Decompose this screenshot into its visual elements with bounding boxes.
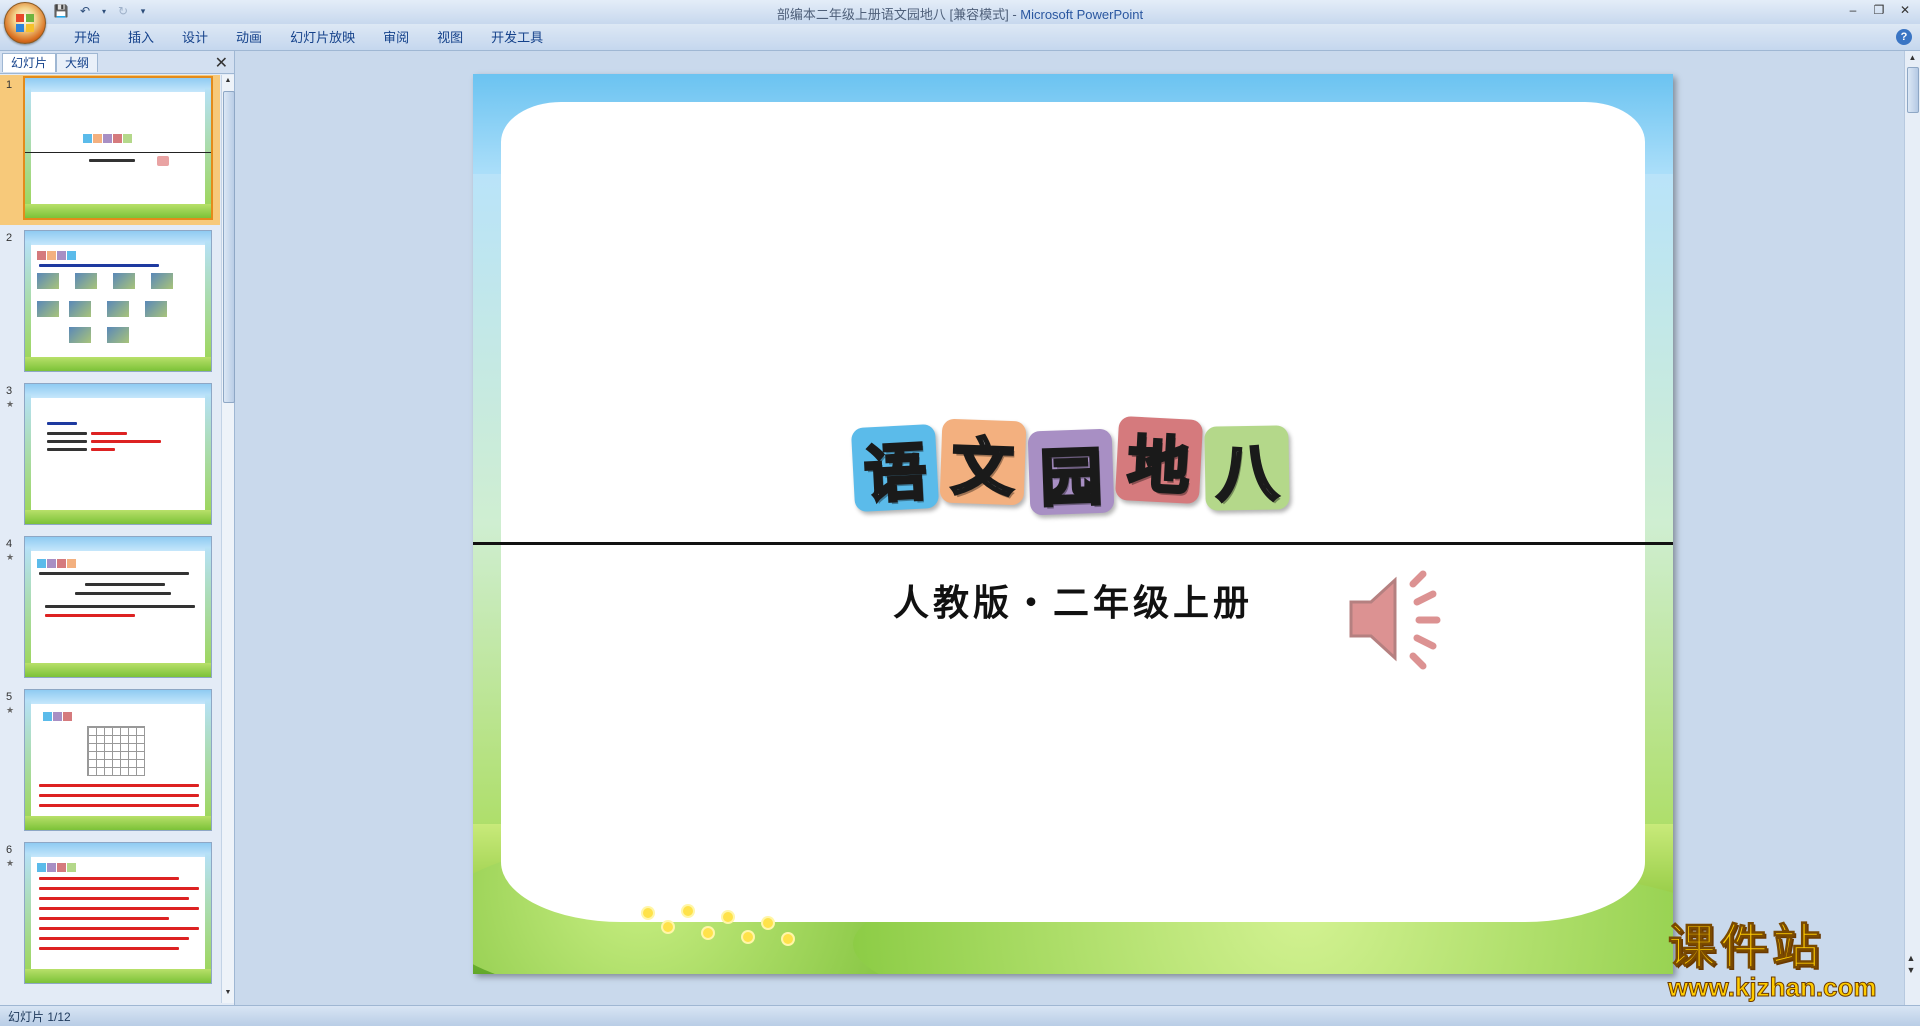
slide-thumbnail-2[interactable]: 2 xyxy=(0,228,220,378)
slide-thumbnail-list: 1 2 3 ★ 4 ★ 5 ★ 6 ★ xyxy=(0,75,220,1003)
slide-canvas[interactable]: 语 文 园 地 八 人教版・二年级上册 xyxy=(473,74,1673,974)
scroll-thumb[interactable] xyxy=(1907,67,1919,113)
scroll-up-icon[interactable]: ▲ xyxy=(223,77,233,89)
window-title: 部编本二年级上册语文园地八 [兼容模式] - Microsoft PowerPo… xyxy=(0,4,1920,23)
ribbon-tab[interactable]: 开发工具 xyxy=(477,29,557,47)
slide-thumbnail-3[interactable]: 3 ★ xyxy=(0,381,220,531)
slide-thumbnail-1[interactable]: 1 xyxy=(0,75,220,225)
scroll-thumb[interactable] xyxy=(223,91,235,403)
animation-icon: ★ xyxy=(6,399,15,409)
tab-outline[interactable]: 大纲 xyxy=(56,53,99,72)
restore-icon[interactable]: ❐ xyxy=(1868,2,1890,18)
slide-thumbnail-6[interactable]: 6 ★ xyxy=(0,840,220,990)
watermark-logo: 课件站 www.kjzhan.com xyxy=(1668,921,1908,1002)
animation-icon: ★ xyxy=(6,858,15,868)
close-pane-icon[interactable]: ✕ xyxy=(215,53,228,73)
document-title: 部编本二年级上册语文园地八 [兼容模式] xyxy=(776,7,1009,22)
slide-preview xyxy=(24,383,212,525)
mini-speaker-icon xyxy=(157,156,169,166)
ribbon-tab[interactable]: 插入 xyxy=(114,29,168,47)
pane-scrollbar[interactable]: ▲ ▼ xyxy=(221,75,235,1003)
tab-slides[interactable]: 幻灯片 xyxy=(2,53,57,72)
slide-number: 5 xyxy=(6,691,13,703)
scroll-up-icon[interactable]: ▲ xyxy=(1907,53,1918,62)
ribbon-tabs: 开始 插入 设计 动画 幻灯片放映 审阅 视图 开发工具 ? xyxy=(0,24,1920,51)
watermark-url: www.kjzhan.com xyxy=(1668,972,1878,1002)
minimize-icon[interactable]: – xyxy=(1842,2,1864,18)
slide-title[interactable]: 语 文 园 地 八 xyxy=(850,415,1290,517)
slide-preview xyxy=(24,230,212,372)
title-tile: 八 xyxy=(1204,425,1290,512)
editor-scrollbar[interactable]: ▲ xyxy=(1904,51,1920,1005)
slide-number: 4 xyxy=(6,538,13,550)
title-separator: - xyxy=(1008,7,1021,22)
speaker-icon[interactable] xyxy=(1343,564,1453,674)
title-tile: 园 xyxy=(1027,428,1115,517)
ribbon-tab[interactable]: 动画 xyxy=(222,29,276,47)
office-button[interactable] xyxy=(4,2,46,44)
window-controls: – ❐ ✕ xyxy=(1842,2,1916,18)
title-tile: 文 xyxy=(939,418,1027,507)
slide-number: 2 xyxy=(6,232,13,244)
slides-pane: 幻灯片 大纲 ✕ 1 2 3 ★ 4 ★ 5 ★ 6 ★ ▲ ▼ xyxy=(0,51,235,1005)
slide-thumbnail-5[interactable]: 5 ★ xyxy=(0,687,220,837)
help-icon[interactable]: ? xyxy=(1896,29,1912,45)
title-bar: 💾 ↶ ▾ ↻ ▾ 部编本二年级上册语文园地八 [兼容模式] - Microso… xyxy=(0,0,1920,44)
flowers-decoration xyxy=(623,888,823,948)
animation-icon: ★ xyxy=(6,705,15,715)
slide-number: 6 xyxy=(6,844,13,856)
slide-thumbnail-4[interactable]: 4 ★ xyxy=(0,534,220,684)
title-tile: 地 xyxy=(1114,415,1204,505)
app-name: Microsoft PowerPoint xyxy=(1020,7,1144,22)
watermark-brand: 课件站 xyxy=(1668,921,1825,974)
status-bar: 幻灯片 1/12 xyxy=(0,1005,1920,1026)
slide-number: 3 xyxy=(6,385,13,397)
slide-preview xyxy=(23,76,213,220)
slide-subtitle[interactable]: 人教版・二年级上册 xyxy=(473,574,1673,626)
office-logo-icon xyxy=(16,14,34,32)
divider-line xyxy=(473,542,1673,545)
pane-tabs: 幻灯片 大纲 ✕ xyxy=(0,51,234,74)
slide-preview xyxy=(24,536,212,678)
scroll-down-icon[interactable]: ▼ xyxy=(223,989,233,1001)
ribbon-tab[interactable]: 开始 xyxy=(60,29,114,47)
ribbon-tab[interactable]: 视图 xyxy=(423,29,477,47)
title-tile: 语 xyxy=(850,423,940,513)
close-icon[interactable]: ✕ xyxy=(1894,2,1916,18)
ribbon-tab[interactable]: 审阅 xyxy=(369,29,423,47)
ribbon-tab[interactable]: 幻灯片放映 xyxy=(276,29,369,47)
mini-title xyxy=(83,134,132,143)
ribbon-tab[interactable]: 设计 xyxy=(168,29,222,47)
animation-icon: ★ xyxy=(6,552,15,562)
slide-preview xyxy=(24,689,212,831)
slide-preview xyxy=(24,842,212,984)
slide-indicator: 幻灯片 1/12 xyxy=(8,1010,71,1024)
slide-number: 1 xyxy=(6,79,13,91)
